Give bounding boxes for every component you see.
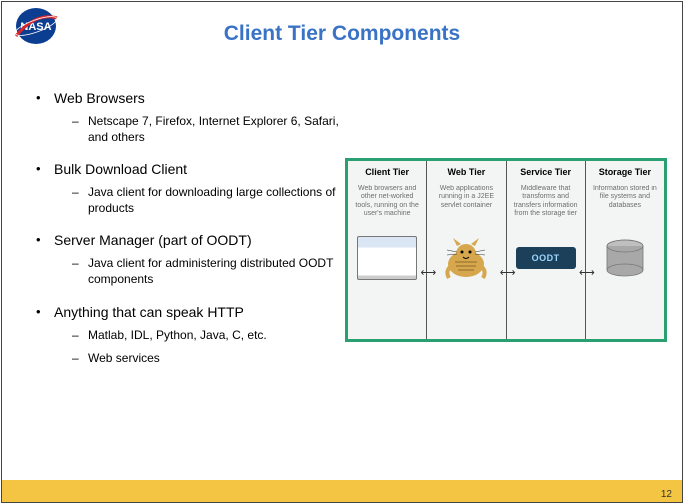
sub-bullet: Java client for downloading large collec… [72,185,340,216]
tier-title: Web Tier [448,167,486,177]
footer-strip [2,480,682,502]
bullet-item: Web Browsers Netscape 7, Firefox, Intern… [30,90,340,145]
database-icon [595,235,655,281]
tier-text: Web applications running in a J2EE servl… [431,185,501,231]
tier-title: Client Tier [365,167,409,177]
bullet-item: Bulk Download Client Java client for dow… [30,161,340,216]
bullet-label: Anything that can speak HTTP [54,304,244,320]
tier-text: Web browsers and other net-worked tools,… [352,185,422,231]
tier-title: Storage Tier [599,167,651,177]
tier-text: Information stored in file systems and d… [590,185,660,231]
tier-column-web: Web Tier Web applications running in a J… [427,161,506,339]
browser-icon [357,235,417,281]
arrow-icon: ⟷ [420,266,436,279]
slide-title: Client Tier Components [0,22,684,46]
tier-diagram: Client Tier Web browsers and other net-w… [345,158,667,342]
sub-bullet: Java client for administering distribute… [72,256,340,287]
arrow-icon: ⟷ [500,266,516,279]
bullet-item: Server Manager (part of OODT) Java clien… [30,232,340,287]
bullet-label: Server Manager (part of OODT) [54,232,252,248]
page-number: 12 [661,489,672,500]
sub-bullet: Netscape 7, Firefox, Internet Explorer 6… [72,114,340,145]
oodt-icon: OODT [516,235,576,281]
tomcat-icon [436,235,496,281]
bullet-label: Web Browsers [54,90,145,106]
sub-bullet: Matlab, IDL, Python, Java, C, etc. [72,328,340,344]
tier-title: Service Tier [520,167,571,177]
tier-column-storage: Storage Tier Information stored in file … [586,161,664,339]
tier-column-client: Client Tier Web browsers and other net-w… [348,161,427,339]
bullet-item: Anything that can speak HTTP Matlab, IDL… [30,304,340,367]
tier-column-service: Service Tier Middleware that transforms … [507,161,586,339]
bullet-label: Bulk Download Client [54,161,187,177]
sub-bullet: Web services [72,351,340,367]
bullet-content: Web Browsers Netscape 7, Firefox, Intern… [30,90,340,383]
tier-text: Middleware that transforms and transfers… [511,185,581,231]
arrow-icon: ⟷ [579,266,595,279]
